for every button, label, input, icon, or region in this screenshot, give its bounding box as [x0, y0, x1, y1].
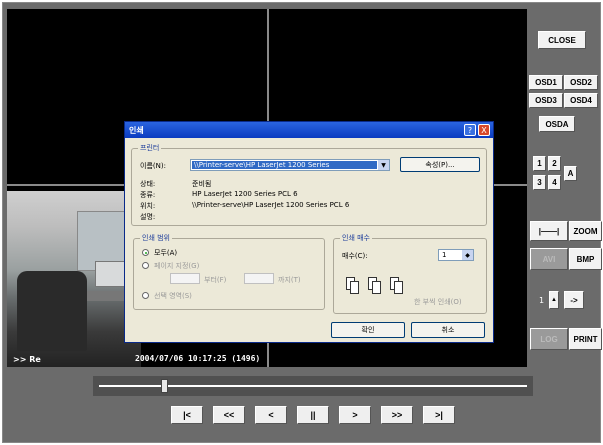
camera-scene-monitor: [95, 261, 127, 287]
fast-forward-button[interactable]: >>: [381, 406, 413, 424]
print-range-title: 인쇄 범위: [140, 233, 172, 243]
osd2-button[interactable]: OSD2: [564, 75, 598, 90]
collate-page-1b-icon: [350, 281, 359, 294]
grid-2-button[interactable]: 2: [548, 156, 561, 171]
to-input[interactable]: [244, 273, 274, 284]
selection-radio[interactable]: [142, 292, 149, 299]
copies-group: 인쇄 매수 매수(C): 1 ◆ 한 부씩 인쇄(O): [333, 233, 487, 314]
to-label: 까지(T): [278, 276, 301, 284]
collate-label: 한 부씩 인쇄(O): [414, 298, 462, 306]
timeline-thumb[interactable]: [161, 379, 168, 393]
first-frame-button[interactable]: |<: [171, 406, 203, 424]
copies-title: 인쇄 매수: [340, 233, 372, 243]
cancel-button[interactable]: 취소: [411, 322, 485, 338]
timeline-track[interactable]: [93, 376, 533, 396]
printer-group-title: 프린터: [138, 143, 162, 153]
camera-scene-chair: [17, 271, 87, 351]
log-button[interactable]: LOG: [530, 328, 568, 350]
close-button[interactable]: CLOSE: [538, 31, 586, 49]
name-label: 이름(N):: [140, 162, 166, 170]
grid-1-button[interactable]: 1: [533, 156, 546, 171]
dialog-titlebar[interactable]: 인쇄: [125, 122, 493, 138]
from-label: 부터(F): [204, 276, 227, 284]
copies-label: 매수(C):: [342, 252, 368, 260]
properties-button[interactable]: 속성(P)...: [400, 157, 480, 172]
bmp-button[interactable]: BMP: [569, 248, 602, 270]
chevron-down-icon: ▼: [378, 160, 389, 170]
selection-label: 선택 영역(S): [154, 292, 192, 300]
pages-label: 페이지 지정(G): [154, 262, 200, 270]
spinner-up-icon: ▲: [551, 297, 557, 303]
zoom-slider[interactable]: |——|: [530, 221, 568, 241]
spinner-icon: ◆: [462, 250, 473, 260]
status-value: 준비됨: [192, 180, 212, 188]
collate-page-3b-icon: [394, 281, 403, 294]
print-dialog: 인쇄 ? X 프린터 이름(N): \\Printer-serve\HP Las…: [124, 121, 494, 343]
grid-4-button[interactable]: 4: [548, 175, 561, 190]
close-icon[interactable]: X: [478, 124, 490, 136]
where-label: 위치:: [140, 202, 156, 210]
osd1-button[interactable]: OSD1: [529, 75, 563, 90]
step-label: 1: [539, 296, 545, 305]
collate-page-2b-icon: [372, 281, 381, 294]
last-frame-button[interactable]: >|: [423, 406, 455, 424]
comment-label: 설명:: [140, 213, 156, 221]
osd3-button[interactable]: OSD3: [529, 93, 563, 108]
help-icon[interactable]: ?: [464, 124, 476, 136]
camera-caption: >> Re: [13, 355, 41, 364]
player-window: >> Re 2004/07/06 10:17:25 (1496) CLOSE O…: [2, 2, 602, 443]
step-spinner[interactable]: ▲: [549, 291, 559, 309]
status-label: 상태:: [140, 180, 156, 188]
type-label: 종류:: [140, 191, 156, 199]
print-range-group: 인쇄 범위 모두(A) 페이지 지정(G) 부터(F) 까지(T) 선택 영역(…: [133, 233, 325, 310]
type-value: HP LaserJet 1200 Series PCL 6: [192, 190, 298, 198]
printer-name-select[interactable]: \\Printer-serve\HP LaserJet 1200 Series …: [190, 159, 390, 171]
zoom-button[interactable]: ZOOM: [569, 221, 602, 241]
rewind-button[interactable]: <<: [213, 406, 245, 424]
step-back-button[interactable]: <: [255, 406, 287, 424]
print-button[interactable]: PRINT: [569, 328, 602, 350]
grid-a-button[interactable]: A: [564, 166, 577, 181]
osd4-button[interactable]: OSD4: [564, 93, 598, 108]
grid-3-button[interactable]: 3: [533, 175, 546, 190]
pause-button[interactable]: ||: [297, 406, 329, 424]
from-input[interactable]: [170, 273, 200, 284]
dialog-title: 인쇄: [129, 125, 144, 135]
step-forward-button[interactable]: >: [339, 406, 371, 424]
printer-name-value: \\Printer-serve\HP LaserJet 1200 Series: [192, 161, 377, 169]
camera-timestamp: 2004/07/06 10:17:25 (1496): [135, 354, 261, 363]
all-radio[interactable]: [142, 249, 149, 256]
copies-spinner[interactable]: 1 ◆: [438, 249, 474, 261]
camera-view[interactable]: >> Re: [7, 191, 141, 367]
pages-radio[interactable]: [142, 262, 149, 269]
all-label: 모두(A): [154, 249, 178, 257]
where-value: \\Printer-serve\HP LaserJet 1200 Series …: [192, 201, 350, 209]
step-arrow-button[interactable]: ->: [564, 291, 584, 309]
avi-button[interactable]: AVI: [530, 248, 568, 270]
printer-group: 프린터 이름(N): \\Printer-serve\HP LaserJet 1…: [131, 143, 487, 226]
osda-button[interactable]: OSDA: [539, 116, 575, 132]
ok-button[interactable]: 확인: [331, 322, 405, 338]
copies-value: 1: [442, 251, 447, 259]
